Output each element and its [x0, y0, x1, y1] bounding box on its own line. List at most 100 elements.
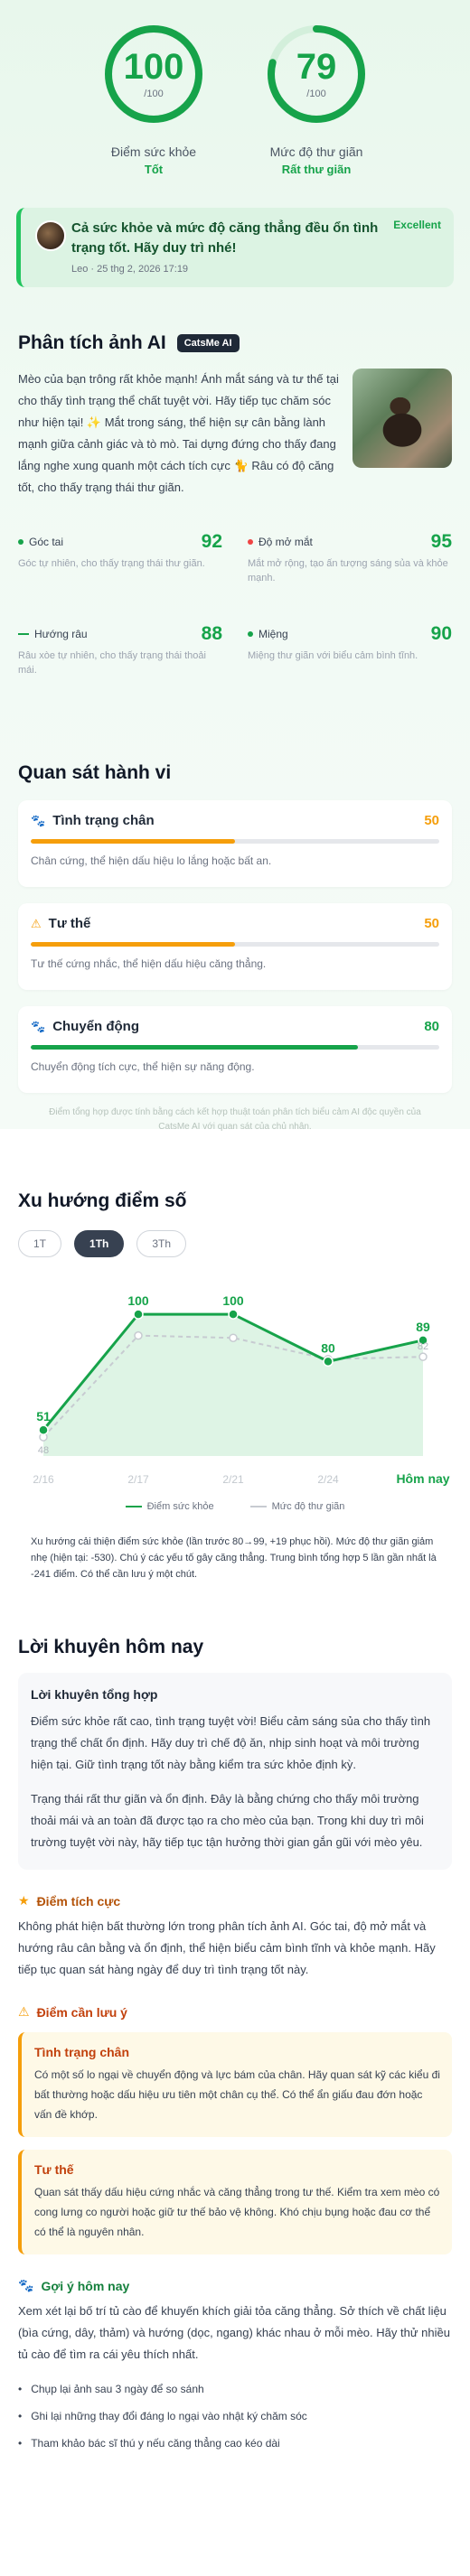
relax-score-value: 79 [296, 47, 337, 87]
behavior-value: 80 [424, 1019, 439, 1034]
chart-legend: Điểm sức khỏe Mức độ thư giãn [18, 1501, 452, 1512]
behavior-name: Tình trạng chân [52, 813, 155, 828]
paw-icon: 🐾 [18, 2278, 34, 2292]
relax-score-max: /100 [306, 89, 326, 99]
positive-text: Không phát hiện bất thường lớn trong phâ… [18, 1919, 436, 1976]
paw-icon: 🐾 [31, 813, 46, 827]
paw-icon: 🐾 [31, 1019, 46, 1033]
metric-whisker-direction: Hướng râu 88 Râu xòe tự nhiên, cho thấy … [18, 623, 222, 692]
trends-title: Xu hướng điểm số [18, 1190, 187, 1211]
behavior-desc: Chuyển động tích cực, thể hiện sự năng đ… [31, 1060, 255, 1073]
behavior-bar [31, 839, 439, 844]
analysis-text: Mèo của bạn trông rất khỏe mạnh! Ánh mắt… [18, 372, 339, 494]
banner-badge: Excellent [393, 219, 441, 231]
behavior-desc: Chân cứng, thể hiện dấu hiệu lo lắng hoặ… [31, 854, 272, 867]
behavior-title: Quan sát hành vi [18, 762, 172, 783]
analysis-title: Phân tích ảnh AI [18, 332, 166, 353]
photo-analysis-section: Phân tích ảnh AI CatsMe AI Mèo của bạn t… [0, 329, 470, 692]
relax-score-label: Mức độ thư giãn [269, 145, 363, 159]
caution-card-posture: Tư thế Quan sát thấy dấu hiệu cứng nhắc … [18, 2150, 452, 2254]
list-item: Tham khảo bác sĩ thú y nếu căng thẳng ca… [18, 2434, 452, 2452]
overall-heading: Lời khuyên tổng hợp [31, 1687, 158, 1702]
metric-desc: Miệng thư giãn với biểu cảm bình tĩnh. [248, 650, 418, 661]
disclaimer: Điểm tổng hợp được tính bằng cách kết hợ… [49, 1107, 421, 1132]
behavior-desc: Tư thế cứng nhắc, thể hiện dấu hiệu căng… [31, 957, 267, 970]
caution-title: Tình trạng chân [34, 2045, 129, 2059]
metric-ear-angle: Góc tai 92 Góc tự nhiên, cho thấy trạng … [18, 531, 222, 600]
overall-paragraph: Trạng thái rất thư giãn và ổn định. Đây … [31, 1792, 424, 1849]
x-tick-label: 2/24 [317, 1473, 339, 1486]
ai-badge: CatsMe AI [176, 334, 240, 352]
suggest-text: Xem xét lại bố trí tủ cào để khuyến khíc… [18, 2304, 450, 2361]
chip-1-month[interactable]: 1Th [74, 1230, 125, 1257]
health-score-ring: 100 /100 [103, 23, 204, 125]
health-score: 100 /100 Điểm sức khỏe Tốt [99, 23, 208, 208]
period-chips: 1T 1Th 3Th [18, 1230, 452, 1257]
behavior-value: 50 [424, 916, 439, 931]
behavior-name: Tư thế [48, 916, 91, 931]
trend-chart: 51 100 100 80 89 48 82 2/16 2/17 2/21 2/24 Hôm nay [18, 1266, 452, 1501]
tips-list: Chụp lại ảnh sau 3 ngày để so sánh Ghi l… [18, 2380, 452, 2452]
banner-text: Cả sức khỏe và mức độ căng thẳng đều ổn … [71, 220, 379, 256]
health-score-label: Điểm sức khỏe [110, 145, 197, 159]
relax-data-label: 48 [38, 1445, 49, 1456]
metric-value: 95 [430, 531, 452, 552]
relax-point [134, 1330, 143, 1340]
list-item: Ghi lại những thay đổi đáng lo ngại vào … [18, 2407, 452, 2425]
metric-desc: Góc tự nhiên, cho thấy trạng thái thư gi… [18, 558, 205, 569]
advice-title: Lời khuyên hôm nay [18, 1637, 204, 1657]
relax-score-ring: 79 /100 [266, 23, 367, 125]
list-item: Chụp lại ảnh sau 3 ngày để so sánh [18, 2380, 452, 2398]
cat-photo[interactable] [352, 369, 452, 468]
chip-1-week[interactable]: 1T [18, 1230, 62, 1257]
metric-value: 88 [201, 623, 222, 644]
health-score-status: Tốt [144, 163, 164, 176]
behavior-section: Quan sát hành vi 🐾 Tình trạng chân 50 Châ… [0, 762, 470, 1134]
advice-section: Lời khuyên hôm nay Lời khuyên tổng hợp Đ… [0, 1637, 470, 2452]
dot-icon [18, 539, 24, 545]
behavior-card-legs: 🐾 Tình trạng chân 50 Chân cứng, thể hiện … [18, 800, 452, 887]
metrics-grid: Góc tai 92 Góc tự nhiên, cho thấy trạng … [18, 531, 452, 692]
suggest-heading: 🐾 Gợi ý hôm nay [18, 2278, 130, 2293]
relax-score-status: Rất thư giãn [281, 163, 352, 176]
caution-card-legs: Tình trạng chân Có một số lo ngại về chu… [18, 2032, 452, 2137]
dash-icon [18, 633, 29, 635]
relax-point [418, 1352, 428, 1361]
metric-mouth: Miệng 90 Miệng thư giãn với biểu cảm bìn… [248, 623, 452, 692]
health-data-label: 100 [222, 1293, 244, 1308]
relax-data-label: 82 [418, 1341, 428, 1352]
health-point [228, 1309, 239, 1320]
trends-section: Xu hướng điểm số 1T 1Th 3Th 51 100 100 80 89… [0, 1190, 470, 1582]
health-data-label: 51 [36, 1409, 51, 1423]
health-point [133, 1309, 144, 1320]
x-tick-label: 2/17 [127, 1473, 149, 1486]
metric-eye-openness: Độ mở mắt 95 Mắt mở rộng, tạo ấn tượng s… [248, 531, 452, 600]
metric-name: Độ mở mắt [258, 536, 313, 548]
health-data-label: 89 [416, 1320, 430, 1334]
star-icon: ★ [18, 1893, 30, 1908]
caution-text: Có một số lo ngại về chuyển động và lực … [34, 2068, 440, 2121]
trend-note: Xu hướng cải thiện điểm sức khỏe (lần tr… [31, 1536, 437, 1580]
score-rings: 100 /100 Điểm sức khỏe Tốt 79 /100 Mức đ… [0, 0, 470, 208]
legend-relax: Mức độ thư giãn [249, 1501, 344, 1512]
metric-value: 92 [201, 531, 222, 552]
dot-icon [248, 539, 253, 545]
x-tick-label: 2/16 [33, 1473, 54, 1486]
overall-paragraph: Điểm sức khỏe rất cao, tình trạng tuyệt … [31, 1714, 431, 1771]
dot-icon [248, 631, 253, 637]
x-tick-label: Hôm nay [396, 1471, 449, 1486]
chip-3-months[interactable]: 3Th [136, 1230, 187, 1257]
behavior-bar [31, 1045, 439, 1050]
health-data-label: 100 [127, 1293, 149, 1308]
summary-banner[interactable]: Cả sức khỏe và mức độ căng thẳng đều ổn … [16, 208, 454, 287]
relax-point [229, 1333, 238, 1342]
positive-heading: ★ Điểm tích cực [18, 1893, 121, 1909]
behavior-name: Chuyển động [52, 1019, 140, 1034]
health-score-value: 100 [123, 47, 184, 87]
behavior-value: 50 [424, 813, 439, 828]
health-point [38, 1424, 49, 1435]
warning-icon: ⚠ [18, 2004, 30, 2019]
behavior-card-movement: 🐾 Chuyển động 80 Chuyển động tích cực, th… [18, 1006, 452, 1093]
warning-icon: ⚠ [31, 916, 42, 930]
x-tick-label: 2/21 [222, 1473, 244, 1486]
